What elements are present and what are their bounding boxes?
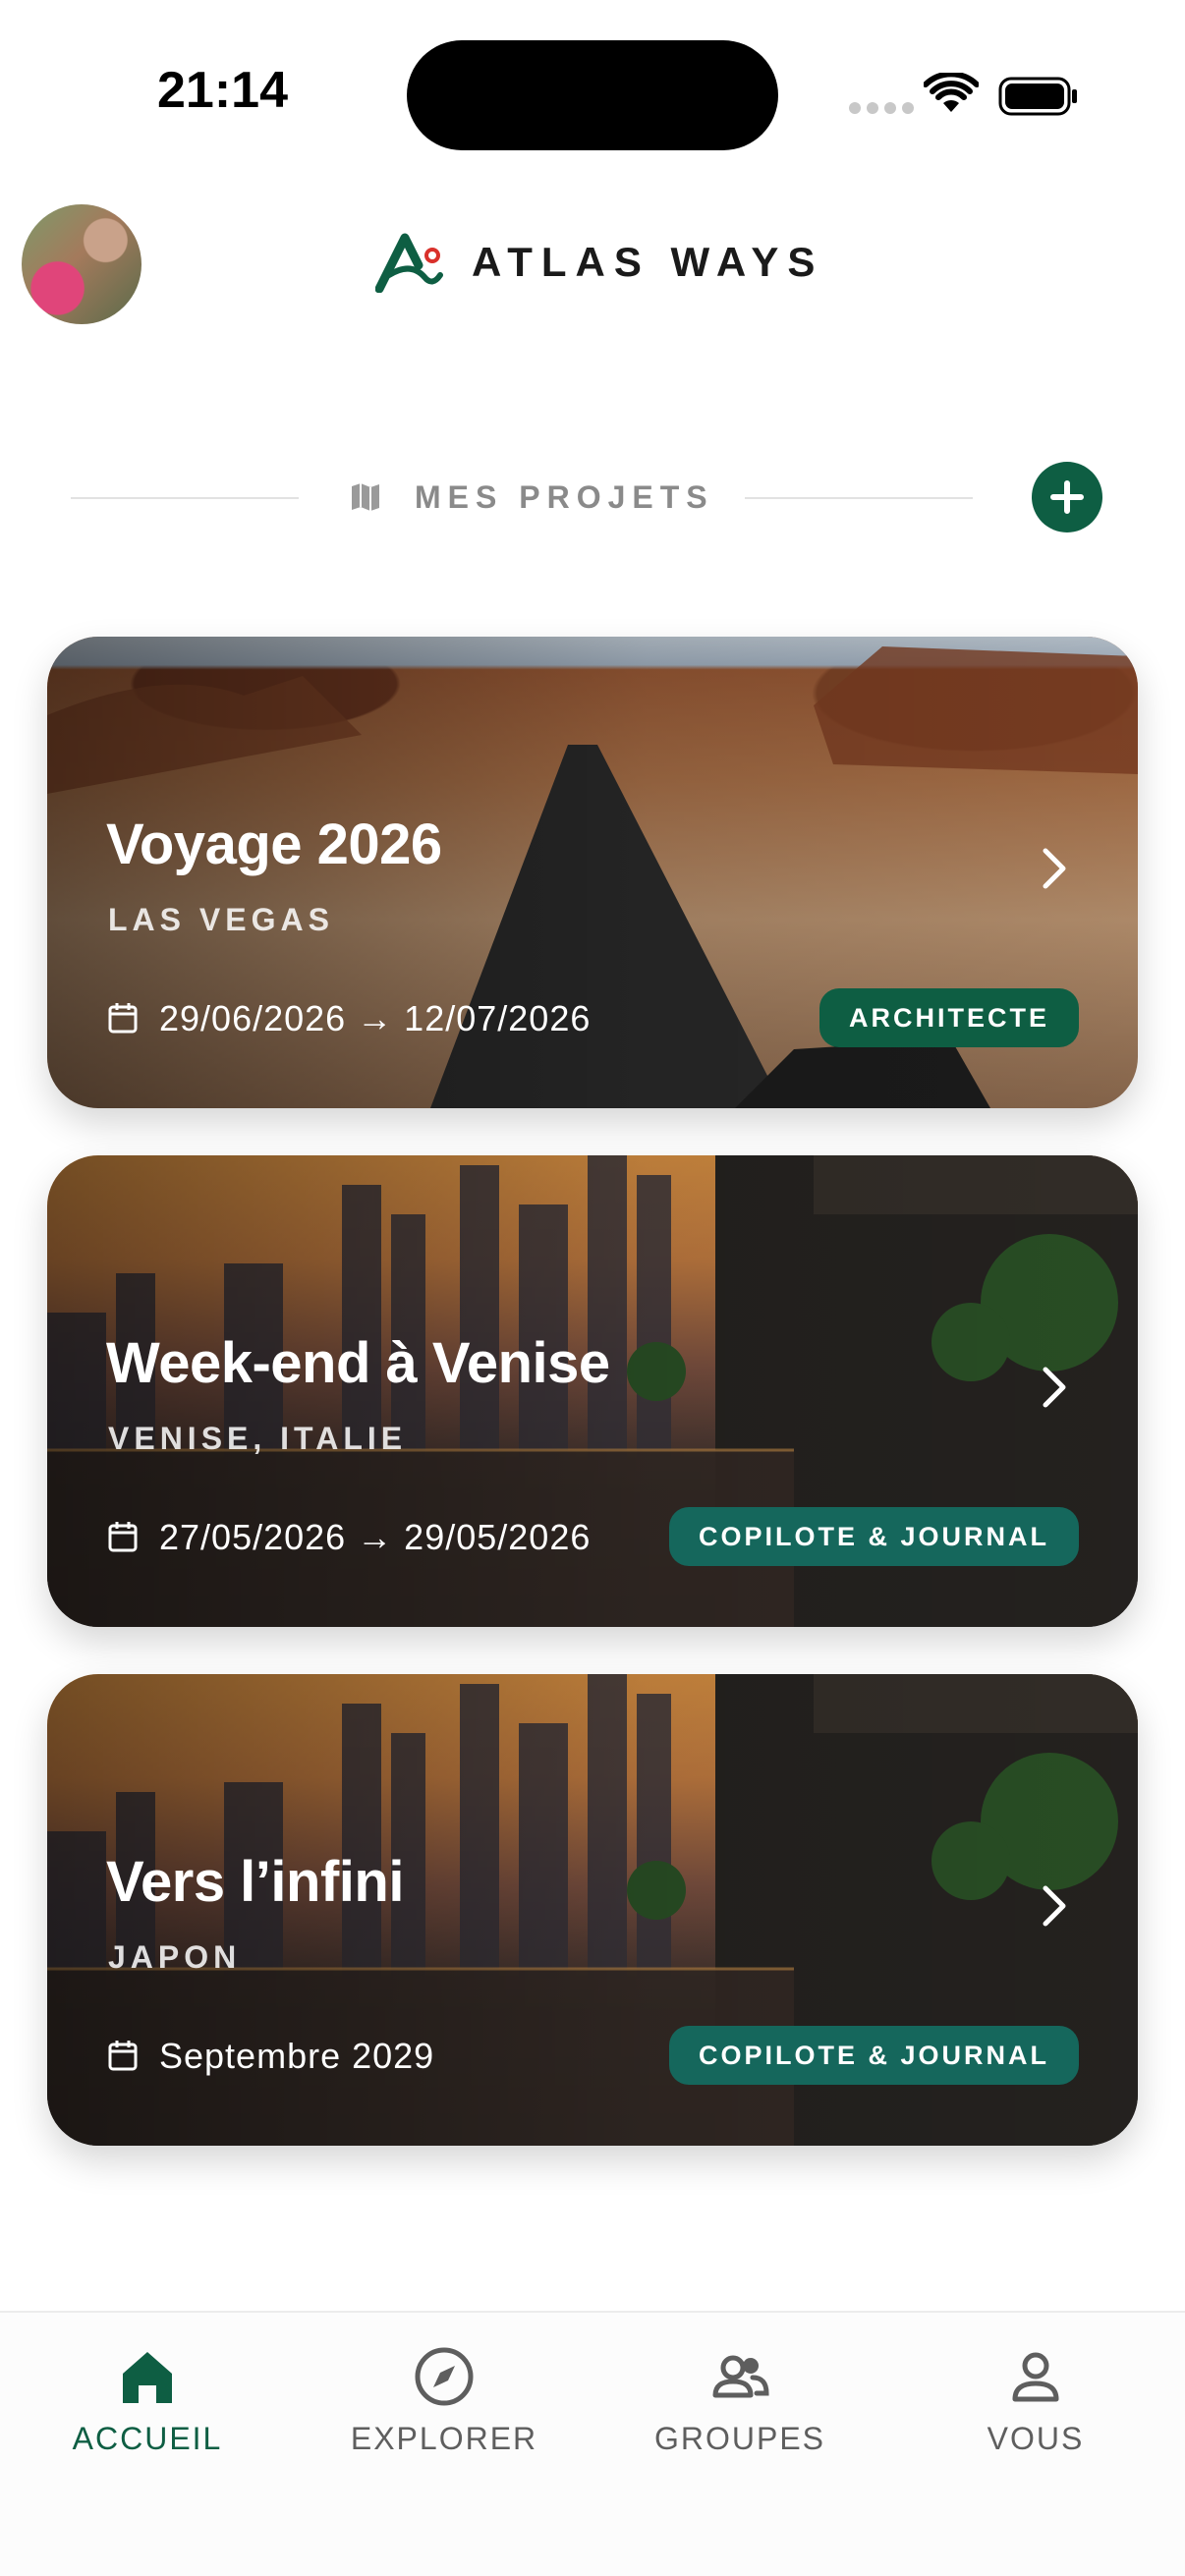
project-card[interactable]: Week-end à Venise VENISE, ITALIE 27/05/2… — [47, 1155, 1138, 1627]
section-title: MES PROJETS — [415, 479, 714, 515]
tab-vous[interactable]: VOUS — [888, 2313, 1183, 2470]
app-name: ATLAS WAYS — [472, 239, 824, 285]
tab-bar: ACCUEIL EXPLORER GROUPES VOUS — [0, 2311, 1185, 2576]
plus-icon — [1050, 480, 1084, 514]
tab-explorer[interactable]: EXPLORER — [297, 2313, 592, 2470]
tab-accueil[interactable]: ACCUEIL — [0, 2313, 295, 2470]
battery-icon — [998, 77, 1077, 116]
role-badge: COPILOTE & JOURNAL — [668, 1507, 1079, 1566]
compass-icon — [415, 2347, 474, 2406]
chevron-right-icon — [1043, 1885, 1066, 1927]
project-location: VENISE, ITALIE — [108, 1421, 408, 1456]
project-title: Voyage 2026 — [106, 812, 442, 876]
calendar-icon — [108, 2041, 138, 2071]
divider — [745, 497, 973, 499]
role-badge: COPILOTE & JOURNAL — [668, 2026, 1079, 2085]
group-icon — [712, 2355, 769, 2398]
project-location: LAS VEGAS — [108, 902, 334, 937]
atlas-ways-logo-icon — [375, 233, 443, 293]
person-icon — [1012, 2352, 1059, 2402]
app-logo: ATLAS WAYS — [375, 232, 823, 293]
divider — [71, 497, 299, 499]
chevron-right-icon — [1043, 1367, 1066, 1408]
cellular-signal-icon — [849, 102, 914, 114]
tab-label: GROUPES — [653, 2421, 826, 2456]
tab-label: EXPLORER — [350, 2421, 538, 2456]
tab-label: VOUS — [987, 2421, 1085, 2456]
project-dates: 29/06/2026 → 12/07/2026 — [159, 998, 592, 1038]
project-location: JAPON — [108, 1939, 242, 1975]
role-badge: ARCHITECTE — [819, 988, 1079, 1047]
home-icon — [123, 2352, 172, 2403]
dynamic-island — [407, 40, 778, 150]
project-card[interactable]: Vers l’infini JAPON Septembre 2029 COPIL… — [47, 1674, 1138, 2146]
status-time: 21:14 — [157, 62, 288, 119]
project-dates: Septembre 2029 — [159, 2036, 435, 2076]
project-title: Week-end à Venise — [106, 1331, 610, 1395]
project-dates: 27/05/2026 → 29/05/2026 — [159, 1517, 592, 1557]
project-title: Vers l’infini — [106, 1850, 404, 1914]
chevron-right-icon — [1043, 848, 1066, 889]
add-project-button[interactable] — [1032, 462, 1102, 532]
avatar[interactable] — [22, 204, 141, 324]
status-bar: 21:14 — [0, 0, 1185, 187]
projects-section-header: MES PROJETS — [71, 462, 1102, 534]
wifi-icon — [924, 73, 979, 112]
map-icon — [352, 483, 379, 511]
tab-groupes[interactable]: GROUPES — [592, 2313, 887, 2470]
tab-label: ACCUEIL — [72, 2421, 223, 2456]
project-card[interactable]: Voyage 2026 LAS VEGAS 29/06/2026 → 12/07… — [47, 637, 1138, 1108]
calendar-icon — [108, 1003, 138, 1034]
calendar-icon — [108, 1522, 138, 1552]
